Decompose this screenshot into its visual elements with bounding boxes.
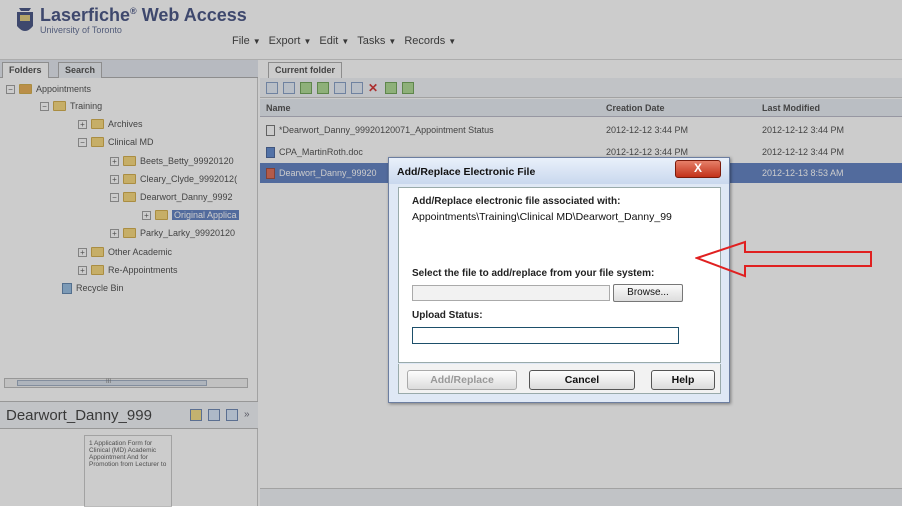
annotation-arrow-icon xyxy=(695,240,872,278)
select-file-label: Select the file to add/replace from your… xyxy=(412,268,655,279)
upload-status-field xyxy=(412,327,679,344)
associated-path: Appointments\Training\Clinical MD\Dearwo… xyxy=(412,211,672,223)
help-button[interactable]: Help xyxy=(651,370,715,390)
dialog-body: Add/Replace electronic file associated w… xyxy=(398,187,721,363)
cancel-button[interactable]: Cancel xyxy=(529,370,635,390)
add-replace-button[interactable]: Add/Replace xyxy=(407,370,517,390)
browse-button[interactable]: Browse... xyxy=(613,284,683,302)
add-replace-dialog: Add/Replace Electronic File X Add/Replac… xyxy=(388,157,730,403)
dialog-titlebar: Add/Replace Electronic File X xyxy=(389,158,729,184)
file-path-input[interactable] xyxy=(412,285,610,301)
close-icon[interactable]: X xyxy=(675,160,721,178)
dialog-footer: Add/Replace Cancel Help xyxy=(398,364,721,394)
upload-status-label: Upload Status: xyxy=(412,310,483,321)
dialog-title: Add/Replace Electronic File xyxy=(397,166,536,178)
associated-label: Add/Replace electronic file associated w… xyxy=(412,196,621,207)
